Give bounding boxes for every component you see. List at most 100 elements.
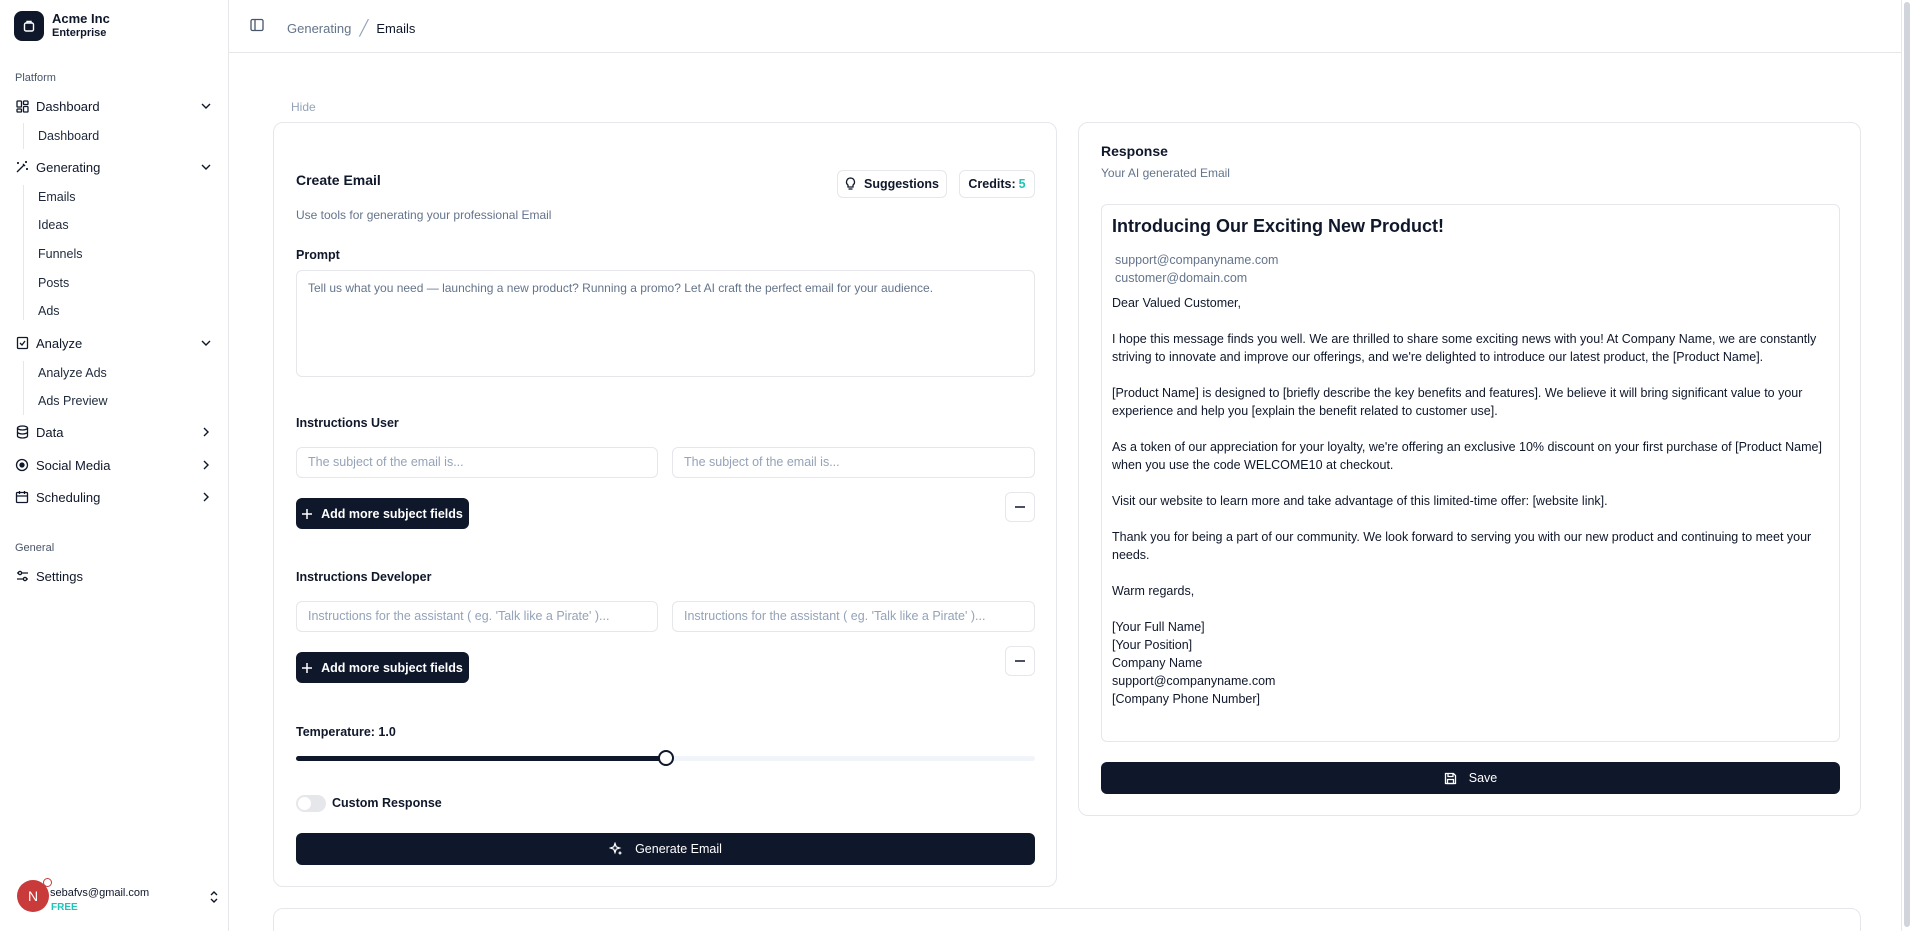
developer-input-1[interactable]: Instructions for the assistant ( eg. 'Ta… bbox=[296, 601, 658, 632]
email-paragraph: Thank you for being a part of our commun… bbox=[1112, 530, 1812, 562]
save-button[interactable]: Save bbox=[1101, 762, 1840, 794]
sidebar-item-label: Dashboard bbox=[36, 98, 100, 114]
chevron-down-icon bbox=[198, 159, 214, 175]
signature-line: Company Name bbox=[1112, 656, 1203, 670]
response-card: Response Your AI generated Email Introdu… bbox=[1078, 122, 1861, 816]
email-paragraph: Visit our website to learn more and take… bbox=[1112, 494, 1608, 508]
signature-line: support@companyname.com bbox=[1112, 674, 1276, 688]
sidebar-subitem-posts[interactable]: Posts bbox=[38, 274, 69, 292]
add-developer-fields-button[interactable]: Add more subject fields bbox=[296, 652, 469, 683]
brand-switcher[interactable]: Acme Inc Enterprise bbox=[14, 11, 110, 41]
page-scrollbar[interactable] bbox=[1901, 0, 1913, 931]
developer-input-2[interactable]: Instructions for the assistant ( eg. 'Ta… bbox=[672, 601, 1035, 632]
temperature-label: Temperature: 1.0 bbox=[296, 725, 396, 739]
chevron-right-icon bbox=[198, 489, 214, 505]
create-email-subtitle: Use tools for generating your profession… bbox=[296, 208, 552, 222]
credits-badge: Credits: 5 bbox=[959, 170, 1035, 198]
sidebar-item-dashboard[interactable]: Dashboard bbox=[14, 94, 214, 118]
sidebar-item-scheduling[interactable]: Scheduling bbox=[14, 485, 214, 509]
create-email-title: Create Email bbox=[296, 172, 381, 188]
sidebar-subitem-ads[interactable]: Ads bbox=[38, 302, 60, 320]
plus-icon bbox=[302, 508, 313, 519]
breadcrumb-emails: Emails bbox=[376, 20, 416, 36]
slider-thumb[interactable] bbox=[657, 750, 674, 766]
sidebar-toggle-icon[interactable] bbox=[250, 18, 264, 35]
sidebar-item-generating[interactable]: Generating bbox=[14, 155, 214, 179]
user-menu[interactable]: N sebafvs@gmail.com FREE bbox=[17, 878, 219, 916]
sidebar-subitem-ads-preview[interactable]: Ads Preview bbox=[38, 392, 107, 410]
add-subject-fields-label: Add more subject fields bbox=[321, 506, 463, 521]
bottom-card bbox=[273, 908, 1861, 931]
general-section-label: General bbox=[15, 542, 55, 554]
signature-line: [Your Position] bbox=[1112, 638, 1193, 652]
prompt-textarea[interactable]: Tell us what you need — launching a new … bbox=[296, 270, 1035, 377]
sidebar-item-label: Generating bbox=[36, 159, 101, 175]
add-developer-fields-label: Add more subject fields bbox=[321, 660, 463, 675]
breadcrumb-separator-icon: ╱ bbox=[359, 20, 369, 37]
generated-email-content[interactable]: Introducing Our Exciting New Product! su… bbox=[1101, 204, 1840, 742]
add-subject-fields-button[interactable]: Add more subject fields bbox=[296, 498, 469, 529]
sidebar-subitem-ideas[interactable]: Ideas bbox=[38, 216, 69, 234]
email-paragraph: As a token of our appreciation for your … bbox=[1112, 440, 1822, 472]
subject-input-2[interactable]: The subject of the email is... bbox=[672, 447, 1035, 478]
sidebar-item-data[interactable]: Data bbox=[14, 420, 214, 444]
clipboard-check-icon bbox=[14, 335, 30, 351]
sidebar-item-label: Data bbox=[36, 424, 64, 440]
credits-value: 5 bbox=[1018, 177, 1026, 191]
dashboard-grid-icon bbox=[14, 98, 30, 114]
response-title: Response bbox=[1101, 143, 1168, 159]
email-greeting: Dear Valued Customer, bbox=[1112, 296, 1241, 310]
plus-icon bbox=[302, 662, 313, 673]
chevrons-up-down-icon bbox=[209, 890, 219, 907]
remove-subject-field-button[interactable] bbox=[1005, 492, 1035, 522]
minus-icon bbox=[1015, 506, 1025, 508]
email-paragraph: [Product Name] is designed to [briefly d… bbox=[1112, 386, 1803, 418]
email-closing: Warm regards, bbox=[1112, 584, 1195, 598]
chevron-right-icon bbox=[198, 457, 214, 473]
generate-email-button[interactable]: Generate Email bbox=[296, 833, 1035, 865]
chevron-down-icon bbox=[198, 335, 214, 351]
sidebar-subitem-analyze-ads[interactable]: Analyze Ads bbox=[38, 364, 107, 382]
suggestions-button[interactable]: Suggestions bbox=[837, 170, 947, 198]
breadcrumb: Generating ╱ Emails bbox=[287, 19, 415, 37]
signature-line: [Company Phone Number] bbox=[1112, 692, 1260, 706]
scrollbar-thumb[interactable] bbox=[1904, 2, 1910, 927]
floppy-disk-icon bbox=[1444, 772, 1457, 785]
sidebar-item-settings[interactable]: Settings bbox=[14, 564, 214, 588]
sidebar-subitem-emails[interactable]: Emails bbox=[38, 188, 76, 206]
sidebar-item-label: Analyze bbox=[36, 335, 83, 351]
subject-input-1[interactable]: The subject of the email is... bbox=[296, 447, 658, 478]
sidebar-item-social-media[interactable]: Social Media bbox=[14, 453, 214, 477]
sparkles-icon bbox=[609, 842, 623, 856]
email-from: support@companyname.com bbox=[1115, 253, 1279, 267]
save-label: Save bbox=[1468, 771, 1498, 785]
chevron-down-icon bbox=[198, 98, 214, 114]
calendar-icon bbox=[14, 489, 30, 505]
brand-plan: Enterprise bbox=[52, 27, 107, 39]
sidebar-item-label: Social Media bbox=[36, 457, 111, 473]
user-email: sebafvs@gmail.com bbox=[50, 887, 150, 899]
wand-icon bbox=[14, 159, 30, 175]
toggle-knob bbox=[298, 797, 311, 810]
top-header: Generating ╱ Emails bbox=[229, 0, 1901, 53]
social-icon bbox=[14, 457, 30, 473]
breadcrumb-generating[interactable]: Generating bbox=[287, 21, 351, 36]
user-plan-badge: FREE bbox=[51, 902, 78, 913]
hide-button[interactable]: Hide bbox=[291, 100, 316, 114]
sidebar-item-label: Settings bbox=[36, 568, 83, 584]
slider-fill bbox=[296, 756, 666, 761]
signature-line: [Your Full Name] bbox=[1112, 620, 1205, 634]
credits-label: Credits: bbox=[968, 177, 1016, 191]
sidebar: Acme Inc Enterprise Platform Dashboard D… bbox=[0, 0, 229, 931]
custom-response-toggle[interactable] bbox=[296, 795, 326, 812]
temperature-slider[interactable] bbox=[296, 750, 1035, 766]
sidebar-subitem-funnels[interactable]: Funnels bbox=[38, 245, 82, 263]
database-icon bbox=[14, 424, 30, 440]
lightbulb-icon bbox=[845, 177, 856, 191]
sidebar-subitem-dashboard[interactable]: Dashboard bbox=[38, 127, 99, 145]
email-subject: Introducing Our Exciting New Product! bbox=[1112, 216, 1445, 236]
generate-email-label: Generate Email bbox=[635, 842, 722, 856]
brand-logo-icon bbox=[14, 11, 44, 41]
remove-developer-field-button[interactable] bbox=[1005, 646, 1035, 676]
sidebar-item-analyze[interactable]: Analyze bbox=[14, 331, 214, 355]
